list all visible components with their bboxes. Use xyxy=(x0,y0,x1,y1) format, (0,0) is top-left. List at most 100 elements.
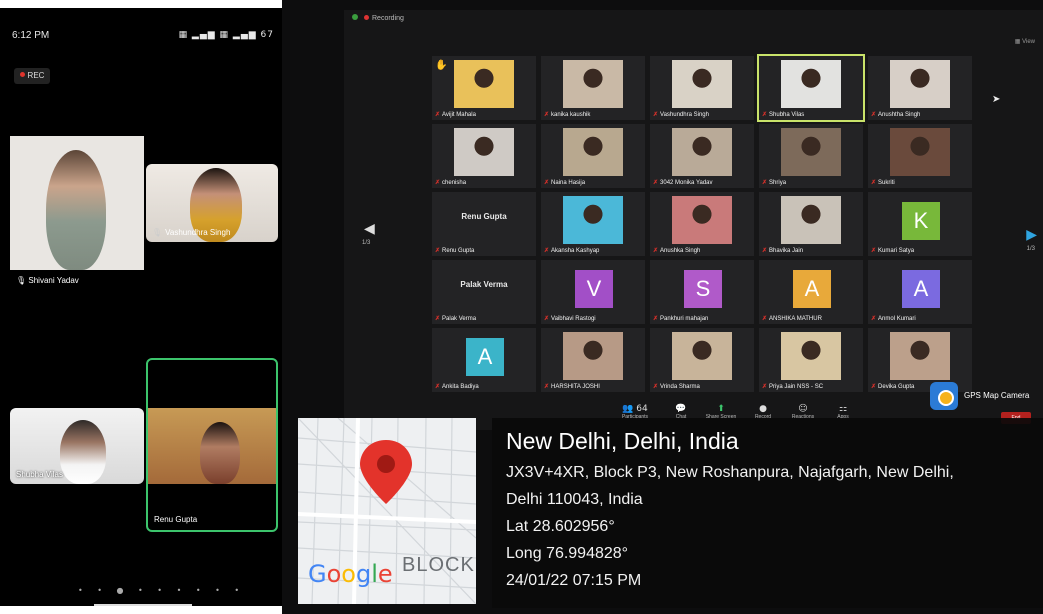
participant-video xyxy=(672,332,732,380)
participant-tile-shubha[interactable]: Shubha Vilas xyxy=(10,408,144,484)
participant-avatar: S xyxy=(684,270,722,308)
mic-muted-icon: ✗ xyxy=(871,248,877,254)
participant-name: ✗ Akansha Kashyap xyxy=(544,248,600,254)
apps-icon: ⚏ xyxy=(838,404,848,414)
home-indicator xyxy=(94,604,192,606)
mic-muted-icon: ✗ xyxy=(762,384,768,390)
participants-icon: 👥 64 xyxy=(622,404,648,414)
gallery-tile[interactable]: ✗ Shriya xyxy=(759,124,863,188)
mic-muted-icon: ✗ xyxy=(544,180,550,186)
phone-screenshot: 6:12 PM ▦ ▂▄▆ ▦ ▂▄▆ 67 REC 🎙 Shivani Yad… xyxy=(0,8,284,606)
participant-name: ✗ Vrinda Sharma xyxy=(653,384,700,390)
reaction-icon: ☺ xyxy=(798,404,808,414)
page-number: 1/3 xyxy=(1026,246,1035,252)
participant-video xyxy=(672,128,732,176)
participant-video xyxy=(60,420,106,484)
gallery-tile[interactable]: ✗ Bhavika Jain xyxy=(759,192,863,256)
mic-muted-icon: ✗ xyxy=(653,384,659,390)
gallery-tile[interactable]: S ✗ Pankhuri mahajan xyxy=(650,260,754,324)
gallery-tile[interactable]: ✗ Anushka Singh xyxy=(650,192,754,256)
participant-name: ✗ Renu Gupta xyxy=(435,248,475,254)
participant-tile-renu[interactable]: Renu Gupta xyxy=(146,358,278,532)
gallery-tile[interactable]: A ✗ Anmol Kumari xyxy=(868,260,972,324)
mic-muted-icon: ✗ xyxy=(871,180,877,186)
gallery-tile[interactable]: K ✗ Kumari Satya xyxy=(868,192,972,256)
participant-avatar: A xyxy=(466,338,504,376)
status-icons: ▦ ▂▄▆ ▦ ▂▄▆ 67 xyxy=(178,30,274,40)
participant-video xyxy=(672,196,732,244)
monitor-photo: Recording ▦ View ◀ 1/3 ▶ 1/3 ➤ ✋ ✗ Avijit … xyxy=(282,0,1043,614)
chat-icon: 💬 xyxy=(675,404,687,414)
participant-video xyxy=(46,150,106,270)
participant-video xyxy=(781,128,841,176)
gallery-tile[interactable]: ✗ Shubha Vilas xyxy=(757,54,865,122)
mic-muted-icon: ✗ xyxy=(653,112,659,118)
latitude: Lat 28.602956° xyxy=(506,518,615,535)
gallery-tile[interactable]: A ✗ Ankita Badiya xyxy=(432,328,536,392)
gallery-tile[interactable]: ✗ Anushtha Singh xyxy=(868,56,972,120)
mic-muted-icon: ✗ xyxy=(762,316,768,322)
participant-video xyxy=(781,196,841,244)
rec-dot-icon xyxy=(364,15,369,20)
mouse-cursor-icon: ➤ xyxy=(992,94,1001,105)
mic-muted-icon: ✗ xyxy=(435,384,441,390)
location-title: New Delhi, Delhi, India xyxy=(506,428,739,454)
shield-icon xyxy=(352,14,358,20)
view-button[interactable]: ▦ View xyxy=(1015,38,1035,45)
mic-muted-icon: ✗ xyxy=(544,384,550,390)
datetime-stamp: 24/01/22 07:15 PM xyxy=(506,572,642,589)
participant-name: ✗ Sukriti xyxy=(871,180,895,186)
participant-avatar: A xyxy=(793,270,831,308)
participant-display-name: Palak Verma xyxy=(460,280,508,289)
raised-hand-icon: ✋ xyxy=(435,60,448,71)
participant-avatar: K xyxy=(902,202,940,240)
recording-indicator: Recording xyxy=(352,14,404,22)
gallery-tile[interactable]: Renu Gupta ✗ Renu Gupta xyxy=(432,192,536,256)
gallery-tile[interactable]: ✗ Naina Hasija xyxy=(541,124,645,188)
mic-muted-icon: ✗ xyxy=(435,112,441,118)
gps-camera-app-icon xyxy=(930,382,958,410)
rec-label: REC xyxy=(27,71,45,80)
map-thumbnail: BLOCK Google xyxy=(298,418,476,604)
gallery-tile[interactable]: ✋ ✗ Avijit Mahala xyxy=(432,56,536,120)
gallery-tile[interactable]: V ✗ Vaibhavi Rastogi xyxy=(541,260,645,324)
gallery-tile[interactable]: A ✗ ANSHIKA MATHUR xyxy=(759,260,863,324)
mic-muted-icon: ✗ xyxy=(435,248,441,254)
mic-muted-icon: ✗ xyxy=(762,248,768,254)
mic-muted-icon: ✗ xyxy=(871,316,877,322)
mic-muted-icon: ✗ xyxy=(544,112,550,118)
participant-name: ✗ chenisha xyxy=(435,180,467,186)
participant-tile-vashundhra[interactable]: 🎙 Vashundhra Singh xyxy=(146,164,278,242)
gallery-tile[interactable]: ✗ HARSHITA JOSHI xyxy=(541,328,645,392)
grid-icon: ▦ xyxy=(1014,39,1023,45)
address-line-1: JX3V+4XR, Block P3, New Roshanpura, Naja… xyxy=(506,464,954,481)
gallery-tile[interactable]: ✗ kanika kaushik xyxy=(541,56,645,120)
participant-name: ✗ Avijit Mahala xyxy=(435,112,476,118)
mic-muted-icon: ✗ xyxy=(762,112,768,118)
participant-name: ✗ Anushka Singh xyxy=(653,248,701,254)
gallery-tile[interactable]: ✗ Akansha Kashyap xyxy=(541,192,645,256)
gallery-tile[interactable]: ✗ Priya Jain NSS - SC xyxy=(759,328,863,392)
participant-avatar: V xyxy=(575,270,613,308)
participant-name: ✗ Anushtha Singh xyxy=(871,112,921,118)
participant-name: ✗ Shubha Vilas xyxy=(762,112,805,118)
participant-tile-shivani[interactable] xyxy=(10,136,144,270)
participant-video xyxy=(672,60,732,108)
participant-video xyxy=(781,60,841,108)
page-indicator[interactable]: • • ● • • • • • • xyxy=(78,586,245,595)
participant-name: ✗ Vaibhavi Rastogi xyxy=(544,316,596,322)
gallery-tile[interactable]: ✗ Sukriti xyxy=(868,124,972,188)
gallery-tile[interactable]: ✗ Vashundhra Singh xyxy=(650,56,754,120)
gallery-tile[interactable]: ✗ Vrinda Sharma xyxy=(650,328,754,392)
participant-video xyxy=(563,196,623,244)
gallery-tile[interactable]: ✗ 3042 Monika Yadav xyxy=(650,124,754,188)
prev-page-icon[interactable]: ◀ xyxy=(364,220,375,237)
next-page-icon[interactable]: ▶ xyxy=(1026,226,1037,243)
participant-name: Shubha Vilas xyxy=(16,470,63,479)
gallery-tile[interactable]: ✗ chenisha xyxy=(432,124,536,188)
participant-name: ✗ Anmol Kumari xyxy=(871,316,916,322)
participant-name: 🎙 Shivani Yadav xyxy=(16,276,79,285)
participant-name: ✗ Vashundhra Singh xyxy=(653,112,709,118)
mic-muted-icon: ✗ xyxy=(653,180,659,186)
gallery-tile[interactable]: Palak Verma ✗ Palak Verma xyxy=(432,260,536,324)
